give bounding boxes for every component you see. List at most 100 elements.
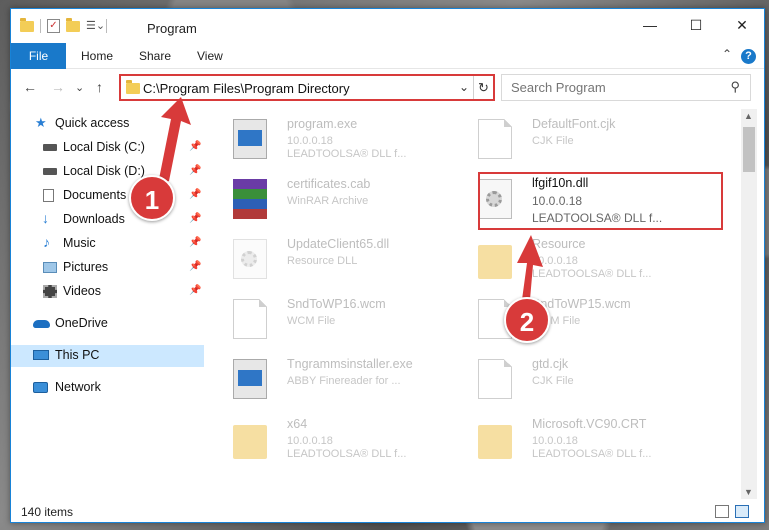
sidebar-item-label: Videos <box>63 284 101 298</box>
pin-icon: 📌 <box>189 213 202 224</box>
collapse-ribbon-icon[interactable]: ⌃ <box>722 47 732 61</box>
file-highlight-box <box>478 172 723 230</box>
file-item[interactable]: Microsoft.VC90.CRT 10.0.0.18 LEADTOOLSA®… <box>452 411 692 465</box>
sidebar-item-music[interactable]: ♪ Music 📌 <box>11 233 204 255</box>
search-icon[interactable]: ⚲ <box>730 79 740 95</box>
sidebar-item-pictures[interactable]: Pictures 📌 <box>11 257 204 279</box>
drive-icon <box>43 144 57 151</box>
tab-view[interactable]: View <box>197 43 223 69</box>
file-item[interactable]: SndToWP15.wcm WCM File <box>452 291 692 345</box>
address-bar[interactable]: C:\Program Files\Program Directory ⌄ ↻ <box>119 74 495 101</box>
sidebar-item-label: Music <box>63 236 96 250</box>
file-name: Resource <box>532 237 586 251</box>
sidebar-item-network[interactable]: Network <box>11 377 204 399</box>
videos-icon <box>43 285 57 298</box>
sidebar-item-downloads[interactable]: ↓ Downloads 📌 <box>11 209 204 231</box>
sidebar-item-label: Quick access <box>55 116 130 130</box>
recent-locations-button[interactable]: ⌄ <box>75 81 84 94</box>
scrollbar-thumb[interactable] <box>743 127 755 172</box>
tiles-view-icon[interactable] <box>735 505 749 518</box>
file-item[interactable]: Tngrammsinstaller.exe ABBY Finereader fo… <box>207 351 447 405</box>
toolbar-separator <box>106 19 107 33</box>
quick-access-toolbar: ✓ ☰⌄ <box>20 17 107 33</box>
help-icon[interactable]: ? <box>741 49 756 64</box>
address-dropdown-icon[interactable]: ⌄ <box>459 80 469 94</box>
file-detail: CJK File <box>532 375 574 387</box>
maximize-button[interactable]: ☐ <box>673 9 719 41</box>
tab-file[interactable]: File <box>11 43 66 69</box>
refresh-button[interactable]: ↻ <box>473 76 493 99</box>
minimize-button[interactable]: — <box>627 9 673 41</box>
sidebar-item-quick-access[interactable]: ★ Quick access <box>11 113 204 135</box>
sidebar-item-documents[interactable]: Documents 📌 <box>11 185 204 207</box>
file-item[interactable]: DefaultFont.cjk CJK File <box>452 111 692 165</box>
computer-icon <box>33 350 49 360</box>
file-item[interactable]: Resource 10.0.0.18 LEADTOOLSA® DLL f... <box>452 231 692 285</box>
folder-icon[interactable] <box>20 17 34 32</box>
file-item[interactable]: program.exe 10.0.0.18 LEADTOOLSA® DLL f.… <box>207 111 447 165</box>
item-count: 140 items <box>21 505 74 519</box>
file-item[interactable]: SndToWP16.wcm WCM File <box>207 291 447 345</box>
tab-home[interactable]: Home <box>81 43 113 69</box>
pin-icon: 📌 <box>189 189 202 200</box>
scroll-up-icon[interactable]: ▲ <box>744 111 753 121</box>
window-title: Program <box>147 21 197 36</box>
file-item[interactable]: gtd.cjk CJK File <box>452 351 692 405</box>
pin-icon: 📌 <box>189 261 202 272</box>
close-button[interactable]: ✕ <box>719 9 765 41</box>
toolbar-separator <box>40 19 41 33</box>
file-item[interactable]: UpdateClient65.dll Resource DLL <box>207 231 447 285</box>
network-icon <box>33 382 48 393</box>
search-input[interactable] <box>511 75 721 99</box>
file-name: DefaultFont.cjk <box>532 117 616 131</box>
file-name: x64 <box>287 417 308 431</box>
file-name: program.exe <box>287 117 358 131</box>
file-name: UpdateClient65.dll <box>287 237 390 251</box>
file-item[interactable]: x64 10.0.0.18 LEADTOOLSA® DLL f... <box>207 411 447 465</box>
sidebar-item-label: Network <box>55 380 101 394</box>
ribbon-tabs: File Home Share View ⌃ ? <box>11 43 764 69</box>
file-explorer-window: ✓ ☰⌄ Program — ☐ ✕ File Home Share View … <box>10 8 765 523</box>
folder-icon <box>233 425 267 459</box>
file-detail: ABBY Finereader for ... <box>287 375 401 387</box>
address-path[interactable]: C:\Program Files\Program Directory <box>143 81 350 96</box>
file-item[interactable]: certificates.cab WinRAR Archive <box>207 171 447 225</box>
new-folder-icon[interactable] <box>66 17 80 32</box>
sidebar-item-label: Local Disk (D:) <box>63 164 145 178</box>
tab-share[interactable]: Share <box>139 43 171 69</box>
search-box[interactable]: ⚲ <box>501 74 751 101</box>
file-name: gtd.cjk <box>532 357 569 371</box>
customize-toolbar-icon[interactable]: ☰⌄ <box>86 19 105 33</box>
sidebar-item-label: Downloads <box>63 212 125 226</box>
file-name: SndToWP16.wcm <box>287 297 386 311</box>
file-detail: 10.0.0.18 <box>287 135 333 147</box>
file-detail: LEADTOOLSA® DLL f... <box>532 448 652 460</box>
forward-button[interactable]: → <box>51 79 65 95</box>
file-list: program.exe 10.0.0.18 LEADTOOLSA® DLL f.… <box>207 109 741 499</box>
sidebar-item-local-disk-c[interactable]: Local Disk (C:) 📌 <box>11 137 204 159</box>
navigation-bar: ← → ⌄ ↑ C:\Program Files\Program Directo… <box>11 70 764 106</box>
properties-icon[interactable]: ✓ <box>47 19 60 33</box>
sidebar-item-local-disk-d[interactable]: Local Disk (D:) 📌 <box>11 161 204 183</box>
document-icon <box>478 359 512 399</box>
pin-icon: 📌 <box>189 285 202 296</box>
document-icon <box>478 119 512 159</box>
document-icon <box>233 299 267 339</box>
program-exe-icon <box>233 119 267 159</box>
pictures-icon <box>43 262 57 273</box>
up-button[interactable]: ↑ <box>96 79 103 95</box>
scroll-down-icon[interactable]: ▼ <box>744 487 753 497</box>
navigation-pane: ★ Quick access Local Disk (C:) 📌 Local D… <box>11 109 204 499</box>
drive-icon <box>43 168 57 175</box>
sidebar-item-this-pc[interactable]: This PC <box>11 345 204 367</box>
file-detail: LEADTOOLSA® DLL f... <box>287 148 407 160</box>
file-detail: 10.0.0.18 <box>532 435 578 447</box>
installer-exe-icon <box>233 359 267 399</box>
folder-icon <box>126 80 140 94</box>
download-icon: ↓ <box>42 210 49 226</box>
back-button[interactable]: ← <box>23 79 37 95</box>
vertical-scrollbar[interactable]: ▲ ▼ <box>741 109 757 499</box>
sidebar-item-onedrive[interactable]: OneDrive <box>11 313 204 335</box>
details-view-icon[interactable] <box>715 505 729 518</box>
sidebar-item-videos[interactable]: Videos 📌 <box>11 281 204 303</box>
